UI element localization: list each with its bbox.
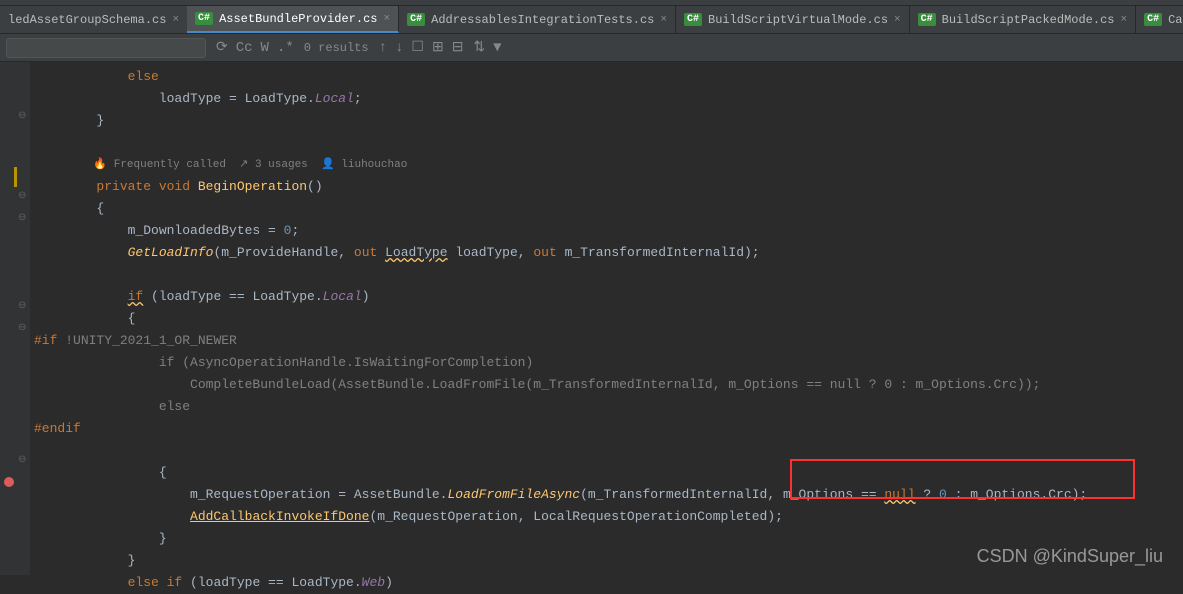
gutter[interactable]: ⊖ ⊖ ⊖ ⊖ ⊖ ⊖ <box>0 62 30 575</box>
tab-build-script-virtual-mode[interactable]: C# BuildScriptVirtualMode.cs × <box>676 6 910 33</box>
code-editor[interactable]: ⊖ ⊖ ⊖ ⊖ ⊖ ⊖ else loadType = LoadType.Loc… <box>0 62 1183 575</box>
regex-icon[interactable]: .* <box>277 40 294 56</box>
prev-search-icon[interactable]: ⟳ <box>216 39 228 56</box>
filter-icon[interactable]: ▼ <box>493 40 501 56</box>
close-icon[interactable]: × <box>660 14 667 26</box>
tab-addressables-integration-tests[interactable]: C# AddressablesIntegrationTests.cs × <box>399 6 676 33</box>
tab-caching[interactable]: C# Caching.cs × <box>1136 6 1183 33</box>
search-input[interactable] <box>6 38 206 58</box>
code-area[interactable]: else loadType = LoadType.Local; } 🔥 Freq… <box>30 62 1183 575</box>
fold-icon[interactable]: ⊖ <box>18 454 26 466</box>
up-icon[interactable]: ↑ <box>379 40 387 56</box>
csharp-icon: C# <box>684 13 702 26</box>
remove-selection-icon[interactable]: ⊟ <box>452 39 464 56</box>
tab-label: AssetBundleProvider.cs <box>219 12 377 26</box>
tab-build-script-packed-mode[interactable]: C# BuildScriptPackedMode.cs × <box>910 6 1136 33</box>
fold-icon[interactable]: ⊖ <box>18 110 26 122</box>
fold-icon[interactable]: ⊖ <box>18 212 26 224</box>
case-sensitive-icon[interactable]: Cc <box>236 40 253 56</box>
fold-icon[interactable]: ⊖ <box>18 322 26 334</box>
close-icon[interactable]: × <box>1120 14 1127 26</box>
breakpoint-icon[interactable] <box>4 477 14 487</box>
word-icon[interactable]: W <box>261 40 269 56</box>
csharp-icon: C# <box>407 13 425 26</box>
csharp-icon: C# <box>1144 13 1162 26</box>
change-bar <box>14 167 17 187</box>
add-selection-icon[interactable]: ⊞ <box>432 39 444 56</box>
settings-icon[interactable]: ⇅ <box>473 39 485 56</box>
tab-label: Caching.cs <box>1168 13 1183 27</box>
csharp-icon: C# <box>195 12 213 25</box>
csharp-icon: C# <box>918 13 936 26</box>
down-icon[interactable]: ↓ <box>395 40 403 56</box>
code-line: else <box>34 69 159 84</box>
watermark: CSDN @KindSuper_liu <box>977 546 1163 567</box>
select-all-icon[interactable]: ☐ <box>411 39 424 56</box>
close-icon[interactable]: × <box>894 14 901 26</box>
fold-icon[interactable]: ⊖ <box>18 300 26 312</box>
results-count: 0 results <box>304 41 369 55</box>
search-toolbar: ⟳ Cc W .* 0 results ↑ ↓ ☐ ⊞ ⊟ ⇅ ▼ <box>0 34 1183 62</box>
tab-label: BuildScriptPackedMode.cs <box>942 13 1115 27</box>
fold-icon[interactable]: ⊖ <box>18 190 26 202</box>
tab-label: AddressablesIntegrationTests.cs <box>431 13 654 27</box>
tab-led-asset-group-schema[interactable]: ledAssetGroupSchema.cs × <box>0 6 187 33</box>
tab-bar: ledAssetGroupSchema.cs × C# AssetBundleP… <box>0 6 1183 34</box>
tab-label: BuildScriptVirtualMode.cs <box>708 13 888 27</box>
close-icon[interactable]: × <box>172 14 179 26</box>
close-icon[interactable]: × <box>384 13 391 25</box>
tab-label: ledAssetGroupSchema.cs <box>8 13 166 27</box>
highlight-annotation <box>790 459 1135 499</box>
tab-asset-bundle-provider[interactable]: C# AssetBundleProvider.cs × <box>187 6 399 33</box>
